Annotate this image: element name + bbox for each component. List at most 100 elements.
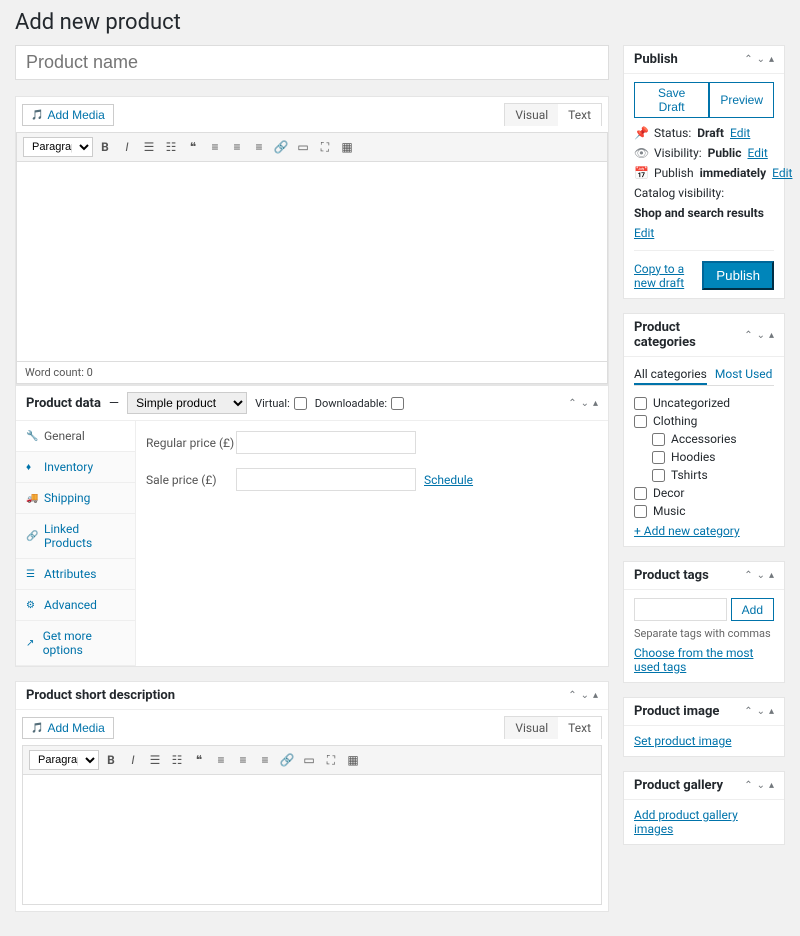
preview-button[interactable]: Preview (709, 82, 774, 118)
align-center-icon[interactable]: ≡ (233, 750, 253, 770)
edit-catalog-link[interactable]: Edit (634, 226, 654, 240)
copy-draft-link[interactable]: Copy to a new draft (634, 262, 702, 290)
tab-all-categories[interactable]: All categories (634, 365, 707, 385)
tab-general[interactable]: 🔧General (16, 421, 135, 452)
tab-text[interactable]: Text (558, 104, 601, 126)
edit-date-link[interactable]: Edit (772, 166, 792, 180)
fullscreen-icon[interactable]: ⛶ (315, 137, 335, 157)
arrow-icon: ↗ (26, 638, 37, 649)
chevron-down-icon[interactable]: ⌄ (757, 330, 765, 341)
tab-shipping[interactable]: 🚚Shipping (16, 483, 135, 514)
caret-up-icon[interactable]: ▴ (769, 570, 774, 581)
caret-up-icon[interactable]: ▴ (593, 690, 598, 701)
caret-up-icon[interactable]: ▴ (769, 780, 774, 791)
align-center-icon[interactable]: ≡ (227, 137, 247, 157)
tab-text-short[interactable]: Text (558, 717, 601, 739)
category-checkbox[interactable] (634, 487, 647, 500)
chevron-down-icon[interactable]: ⌄ (581, 398, 589, 409)
quote-icon[interactable]: ❝ (183, 137, 203, 157)
tab-get-more[interactable]: ↗Get more options (16, 621, 135, 666)
chevron-up-icon[interactable]: ⌃ (568, 690, 576, 701)
tab-linked-products[interactable]: 🔗Linked Products (16, 514, 135, 559)
downloadable-checkbox[interactable] (391, 397, 404, 410)
add-gallery-link[interactable]: Add product gallery images (634, 808, 738, 836)
edit-status-link[interactable]: Edit (730, 126, 750, 140)
chevron-down-icon[interactable]: ⌄ (757, 570, 765, 581)
sale-price-input[interactable] (236, 468, 416, 491)
tag-input[interactable] (634, 598, 727, 621)
chevron-up-icon[interactable]: ⌃ (744, 780, 752, 791)
product-type-select[interactable]: Simple product (127, 392, 247, 414)
quote-icon[interactable]: ❝ (189, 750, 209, 770)
chevron-down-icon[interactable]: ⌄ (757, 780, 765, 791)
caret-up-icon[interactable]: ▴ (769, 330, 774, 341)
numbered-list-icon[interactable]: ☷ (167, 750, 187, 770)
publish-button[interactable]: Publish (702, 261, 774, 290)
align-left-icon[interactable]: ≡ (211, 750, 231, 770)
category-checkbox[interactable] (634, 397, 647, 410)
chevron-up-icon[interactable]: ⌃ (744, 330, 752, 341)
choose-tags-link[interactable]: Choose from the most used tags (634, 646, 753, 674)
italic-icon[interactable]: I (117, 137, 137, 157)
category-checkbox[interactable] (652, 451, 665, 464)
regular-price-input[interactable] (236, 431, 416, 454)
tab-attributes[interactable]: ☰Attributes (16, 559, 135, 590)
chevron-up-icon[interactable]: ⌃ (568, 398, 576, 409)
bold-icon[interactable]: B (95, 137, 115, 157)
chevron-down-icon[interactable]: ⌄ (757, 54, 765, 65)
truck-icon: 🚚 (26, 493, 38, 504)
insert-more-icon[interactable]: ▭ (299, 750, 319, 770)
italic-icon[interactable]: I (123, 750, 143, 770)
link-icon[interactable]: 🔗 (277, 750, 297, 770)
product-name-input[interactable] (15, 45, 609, 80)
add-tag-button[interactable]: Add (731, 598, 774, 621)
chevron-up-icon[interactable]: ⌃ (744, 706, 752, 717)
tab-visual[interactable]: Visual (505, 104, 558, 126)
save-draft-button[interactable]: Save Draft (634, 82, 709, 118)
align-right-icon[interactable]: ≡ (255, 750, 275, 770)
caret-up-icon[interactable]: ▴ (769, 706, 774, 717)
category-item: Decor (634, 484, 774, 502)
tab-inventory[interactable]: ♦Inventory (16, 452, 135, 483)
category-checkbox[interactable] (652, 469, 665, 482)
align-left-icon[interactable]: ≡ (205, 137, 225, 157)
numbered-list-icon[interactable]: ☷ (161, 137, 181, 157)
chevron-up-icon[interactable]: ⌃ (744, 54, 752, 65)
caret-up-icon[interactable]: ▴ (593, 398, 598, 409)
set-image-link[interactable]: Set product image (634, 734, 732, 748)
tab-advanced[interactable]: ⚙Advanced (16, 590, 135, 621)
link-icon[interactable]: 🔗 (271, 137, 291, 157)
edit-visibility-link[interactable]: Edit (747, 146, 767, 160)
caret-up-icon[interactable]: ▴ (769, 54, 774, 65)
chevron-down-icon[interactable]: ⌄ (581, 690, 589, 701)
publish-title: Publish (634, 52, 744, 67)
content-editor[interactable] (16, 162, 608, 362)
add-new-category-link[interactable]: + Add new category (634, 524, 740, 538)
format-select[interactable]: Paragraph (23, 137, 93, 157)
category-checkbox[interactable] (634, 505, 647, 518)
category-checkbox[interactable] (652, 433, 665, 446)
tab-most-used[interactable]: Most Used (715, 365, 773, 385)
chevron-down-icon[interactable]: ⌄ (757, 706, 765, 717)
category-item: Tshirts (634, 466, 774, 484)
add-media-button-short[interactable]: Add Media (22, 717, 114, 739)
bullet-list-icon[interactable]: ☰ (139, 137, 159, 157)
pin-icon: 📌 (634, 126, 648, 140)
short-description-editor[interactable] (22, 775, 602, 905)
calendar-icon: 📅 (634, 166, 648, 180)
tab-visual-short[interactable]: Visual (505, 717, 558, 739)
bold-icon[interactable]: B (101, 750, 121, 770)
insert-more-icon[interactable]: ▭ (293, 137, 313, 157)
align-right-icon[interactable]: ≡ (249, 137, 269, 157)
virtual-checkbox[interactable] (294, 397, 307, 410)
category-checkbox[interactable] (634, 415, 647, 428)
add-media-button[interactable]: Add Media (22, 104, 114, 126)
bullet-list-icon[interactable]: ☰ (145, 750, 165, 770)
schedule-link[interactable]: Schedule (424, 473, 473, 487)
toolbar-toggle-icon[interactable]: ▦ (343, 750, 363, 770)
category-item: Music (634, 502, 774, 520)
format-select-short[interactable]: Paragraph (29, 750, 99, 770)
chevron-up-icon[interactable]: ⌃ (744, 570, 752, 581)
toolbar-toggle-icon[interactable]: ▦ (337, 137, 357, 157)
fullscreen-icon[interactable]: ⛶ (321, 750, 341, 770)
